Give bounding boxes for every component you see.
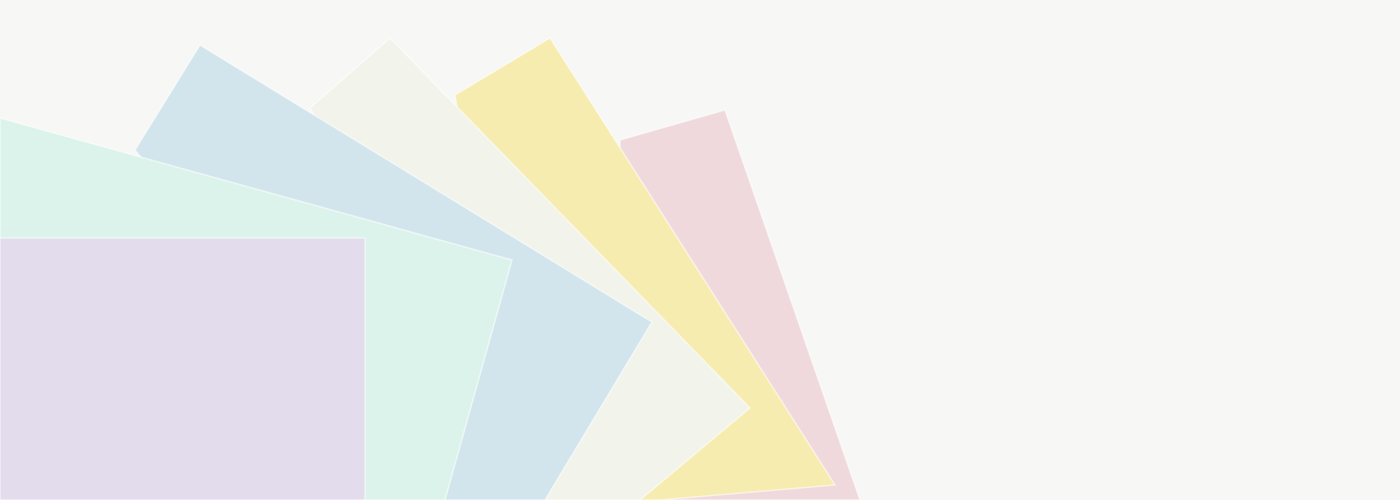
paper-swatch-fan-photo [0, 0, 1400, 500]
paper-fan-illustration [0, 36, 861, 500]
paper-sheet-lavender [0, 237, 366, 500]
